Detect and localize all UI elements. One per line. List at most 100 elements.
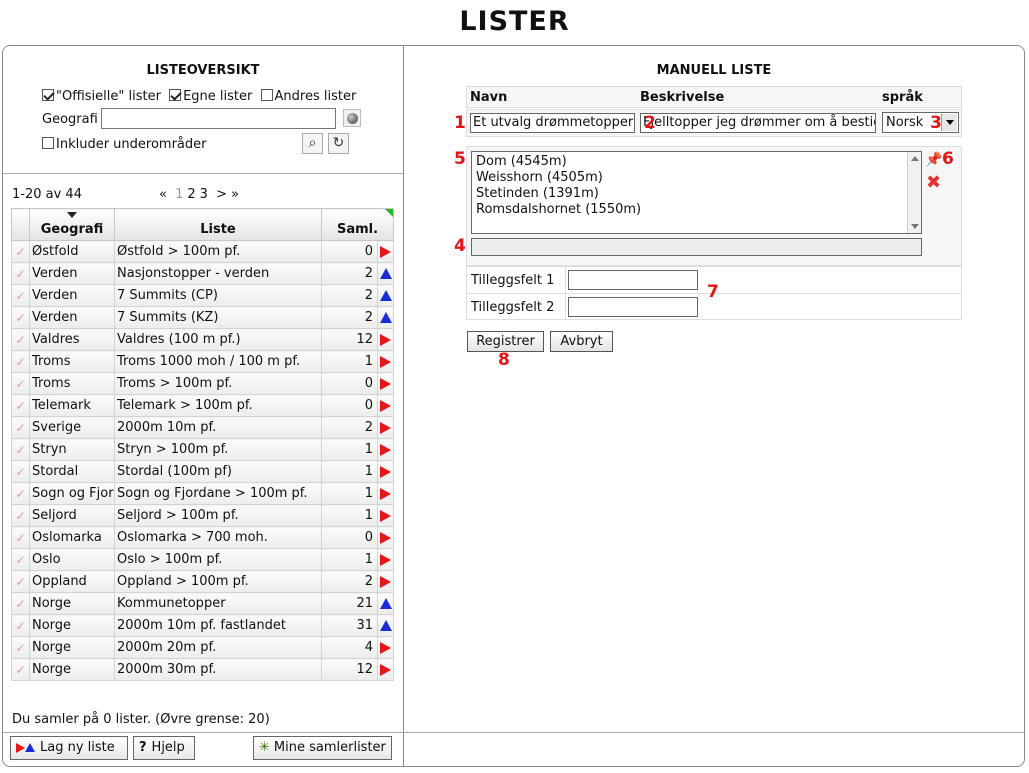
filter-official-option[interactable]: "Offisielle" lister: [42, 89, 161, 104]
blue-up-triangle-icon[interactable]: [377, 284, 394, 307]
red-right-triangle-icon[interactable]: [377, 394, 394, 417]
red-right-triangle-icon[interactable]: [377, 482, 394, 505]
row-list-name[interactable]: Stordal (100m pf): [114, 460, 322, 483]
table-row[interactable]: ✓ Sverige 2000m 10m pf. 2: [11, 416, 394, 439]
table-row[interactable]: ✓ Østfold Østfold > 100m pf. 0: [11, 240, 394, 263]
row-geography[interactable]: Verden: [29, 306, 115, 329]
red-right-triangle-icon[interactable]: [377, 438, 394, 461]
row-list-name[interactable]: 2000m 10m pf.: [114, 416, 322, 439]
row-geography[interactable]: Troms: [29, 350, 115, 373]
col-collected-header[interactable]: Saml.: [321, 208, 394, 241]
check-mark-icon[interactable]: ✓: [11, 328, 30, 351]
list-item[interactable]: Weisshorn (4505m): [476, 170, 917, 186]
row-geography[interactable]: Norge: [29, 592, 115, 615]
table-row[interactable]: ✓ Stordal Stordal (100m pf) 1: [11, 460, 394, 483]
table-row[interactable]: ✓ Verden 7 Summits (KZ) 2: [11, 306, 394, 329]
row-geography[interactable]: Stryn: [29, 438, 115, 461]
row-list-name[interactable]: Troms 1000 moh / 100 m pf.: [114, 350, 322, 373]
check-mark-icon[interactable]: ✓: [11, 658, 30, 681]
row-list-name[interactable]: Troms > 100m pf.: [114, 372, 322, 395]
blue-up-triangle-icon[interactable]: [377, 592, 394, 615]
row-geography[interactable]: Verden: [29, 262, 115, 285]
row-list-name[interactable]: Nasjonstopper - verden: [114, 262, 322, 285]
row-list-name[interactable]: Oppland > 100m pf.: [114, 570, 322, 593]
check-mark-icon[interactable]: ✓: [11, 240, 30, 263]
help-button[interactable]: ? Hjelp: [133, 736, 195, 760]
row-geography[interactable]: Valdres: [29, 328, 115, 351]
row-list-name[interactable]: Sogn og Fjordane > 100m pf.: [114, 482, 322, 505]
table-row[interactable]: ✓ Norge 2000m 10m pf. fastlandet 31: [11, 614, 394, 637]
check-mark-icon[interactable]: ✓: [11, 372, 30, 395]
register-button[interactable]: Registrer: [467, 331, 544, 352]
check-mark-icon[interactable]: ✓: [11, 460, 30, 483]
red-right-triangle-icon[interactable]: [377, 350, 394, 373]
pager-next-link[interactable]: >: [216, 187, 227, 202]
row-geography[interactable]: Sogn og Fjordane: [29, 482, 115, 505]
row-geography[interactable]: Troms: [29, 372, 115, 395]
table-row[interactable]: ✓ Troms Troms 1000 moh / 100 m pf. 1: [11, 350, 394, 373]
check-mark-icon[interactable]: ✓: [11, 504, 30, 527]
red-right-triangle-icon[interactable]: [377, 372, 394, 395]
filter-own-option[interactable]: Egne lister: [169, 89, 252, 104]
listbox-scrollbar[interactable]: [907, 152, 921, 233]
check-mark-icon[interactable]: ✓: [11, 614, 30, 637]
table-row[interactable]: ✓ Norge 2000m 30m pf. 12: [11, 658, 394, 681]
delete-icon[interactable]: ✖: [926, 172, 941, 193]
blue-up-triangle-icon[interactable]: [377, 306, 394, 329]
filter-own-checkbox[interactable]: [169, 89, 182, 101]
row-list-name[interactable]: 7 Summits (CP): [114, 284, 322, 307]
table-row[interactable]: ✓ Norge Kommunetopper 21: [11, 592, 394, 615]
row-geography[interactable]: Telemark: [29, 394, 115, 417]
check-mark-icon[interactable]: ✓: [11, 262, 30, 285]
red-right-triangle-icon[interactable]: [377, 328, 394, 351]
red-right-triangle-icon[interactable]: [377, 570, 394, 593]
table-row[interactable]: ✓ Verden Nasjonstopper - verden 2: [11, 262, 394, 285]
description-input[interactable]: Fjelltopper jeg drømmer om å bestige: [640, 113, 876, 133]
table-row[interactable]: ✓ Seljord Seljord > 100m pf. 1: [11, 504, 394, 527]
check-mark-icon[interactable]: ✓: [11, 306, 30, 329]
table-row[interactable]: ✓ Verden 7 Summits (CP) 2: [11, 284, 394, 307]
extra-field-2-input[interactable]: [568, 297, 698, 317]
check-mark-icon[interactable]: ✓: [11, 570, 30, 593]
red-right-triangle-icon[interactable]: [377, 504, 394, 527]
new-list-button[interactable]: Lag ny liste: [10, 736, 128, 760]
row-list-name[interactable]: Kommunetopper: [114, 592, 322, 615]
check-mark-icon[interactable]: ✓: [11, 284, 30, 307]
red-right-triangle-icon[interactable]: [377, 658, 394, 681]
col-geography-header[interactable]: Geografi: [29, 208, 115, 241]
extra-field-1-input[interactable]: [568, 270, 698, 290]
row-list-name[interactable]: Oslo > 100m pf.: [114, 548, 322, 571]
row-geography[interactable]: Oslo: [29, 548, 115, 571]
language-select[interactable]: Norsk: [882, 112, 959, 133]
check-mark-icon[interactable]: ✓: [11, 350, 30, 373]
red-right-triangle-icon[interactable]: [377, 526, 394, 549]
geography-input[interactable]: [101, 108, 336, 129]
row-geography[interactable]: Oppland: [29, 570, 115, 593]
red-right-triangle-icon[interactable]: [377, 636, 394, 659]
list-item[interactable]: Romsdalshornet (1550m): [476, 202, 917, 218]
cancel-button[interactable]: Avbryt: [550, 331, 613, 352]
row-geography[interactable]: Norge: [29, 614, 115, 637]
row-list-name[interactable]: 7 Summits (KZ): [114, 306, 322, 329]
row-geography[interactable]: Norge: [29, 636, 115, 659]
pin-icon[interactable]: 📌: [925, 152, 942, 168]
pager-last-link[interactable]: »: [231, 187, 239, 202]
include-subareas-checkbox[interactable]: [42, 137, 54, 149]
geography-globe-icon[interactable]: [343, 109, 361, 127]
peak-search-input[interactable]: [471, 238, 922, 256]
row-geography[interactable]: Norge: [29, 658, 115, 681]
row-geography[interactable]: Verden: [29, 284, 115, 307]
blue-up-triangle-icon[interactable]: [377, 614, 394, 637]
red-right-triangle-icon[interactable]: [377, 548, 394, 571]
check-mark-icon[interactable]: ✓: [11, 394, 30, 417]
pager-page-2[interactable]: 2: [187, 187, 195, 202]
filter-others-checkbox[interactable]: [260, 89, 273, 101]
table-row[interactable]: ✓ Troms Troms > 100m pf. 0: [11, 372, 394, 395]
check-mark-icon[interactable]: ✓: [11, 636, 30, 659]
include-subareas-option[interactable]: Inkluder underområder: [42, 137, 207, 152]
row-list-name[interactable]: Seljord > 100m pf.: [114, 504, 322, 527]
check-mark-icon[interactable]: ✓: [11, 416, 30, 439]
chevron-down-icon[interactable]: [941, 114, 957, 131]
row-list-name[interactable]: 2000m 30m pf.: [114, 658, 322, 681]
row-list-name[interactable]: 2000m 10m pf. fastlandet: [114, 614, 322, 637]
